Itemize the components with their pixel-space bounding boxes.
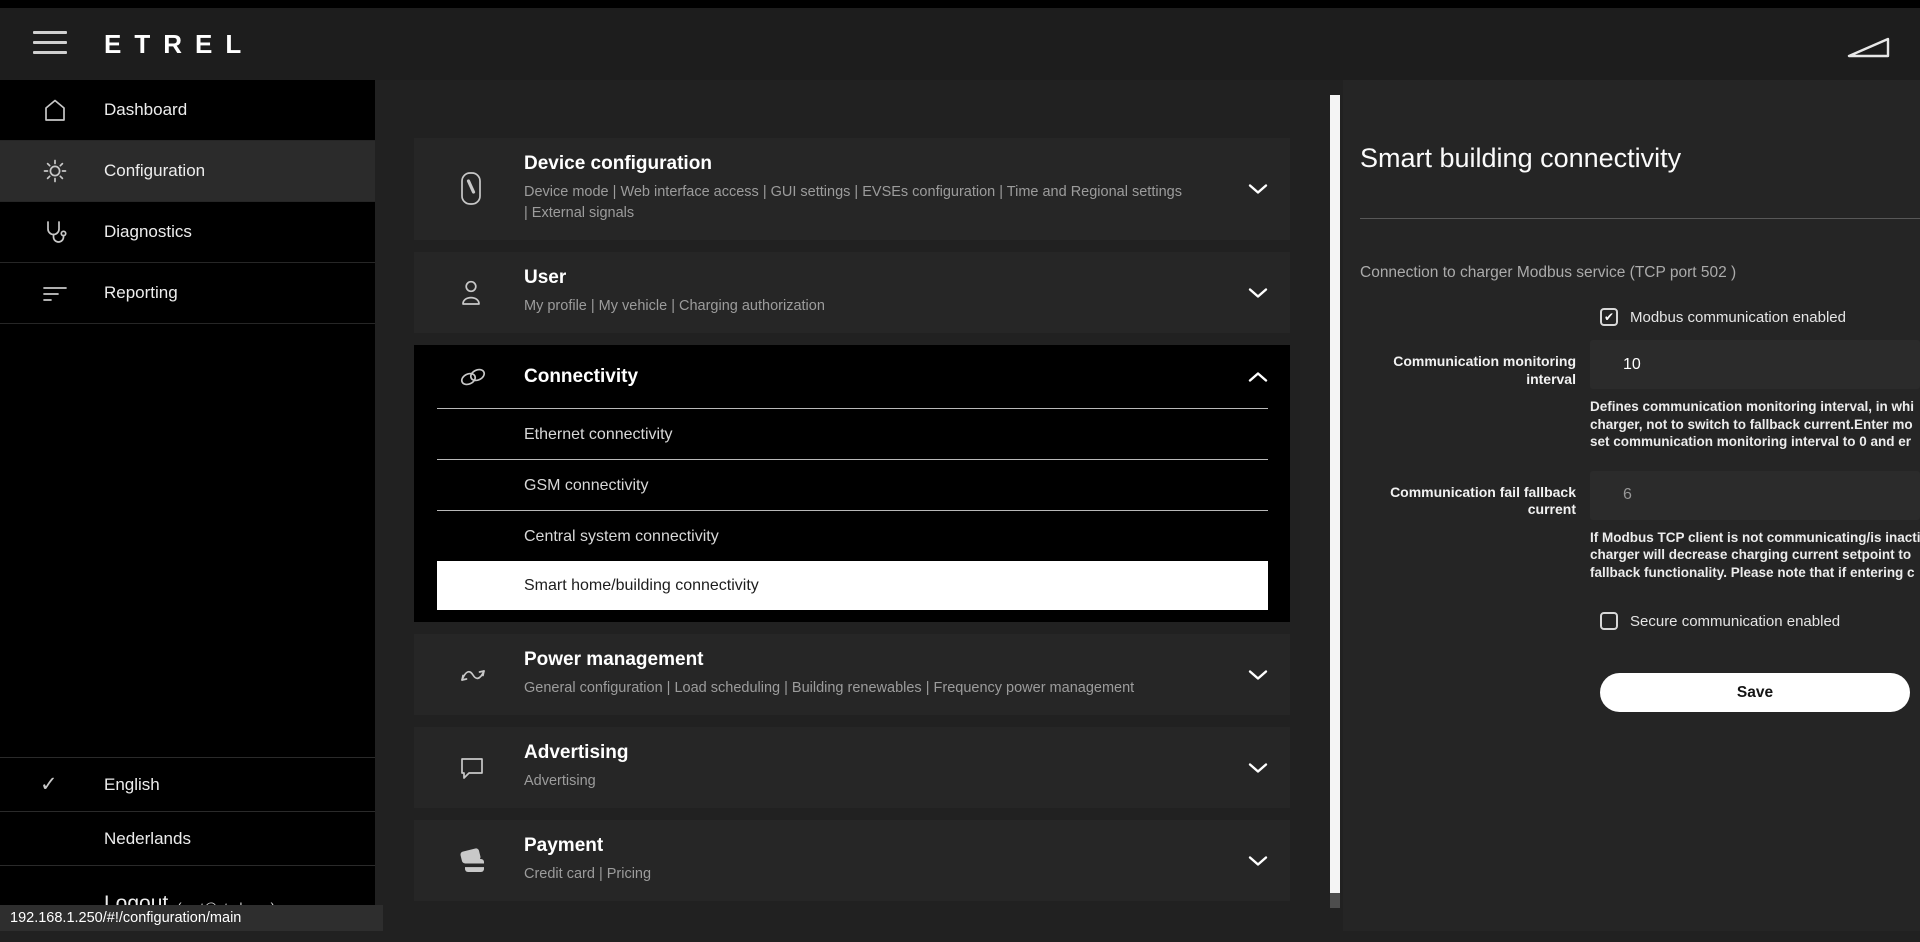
connectivity-item-smart-home-selected[interactable]: Smart home/building connectivity [437, 561, 1268, 610]
secure-communication-checkbox[interactable]: Secure communication enabled [1600, 612, 1920, 630]
language-label: Nederlands [104, 829, 191, 849]
home-icon [40, 96, 70, 124]
sidebar-item-label: Dashboard [104, 100, 187, 120]
connectivity-item-gsm[interactable]: GSM connectivity [437, 459, 1268, 510]
section-subtitle: Device mode | Web interface access | GUI… [524, 182, 1230, 224]
chevron-down-icon[interactable] [1248, 669, 1268, 680]
checkbox-label: Modbus communication enabled [1630, 309, 1846, 326]
panel-title: Smart building connectivity [1360, 143, 1920, 174]
section-title: Device configuration [524, 153, 1230, 175]
credit-cards-icon [458, 846, 488, 876]
sidebar-item-dashboard[interactable]: Dashboard [0, 80, 375, 141]
section-title: User [524, 267, 1230, 289]
field-description: If Modbus TCP client is not communicatin… [1590, 529, 1920, 582]
section-subtitle: Credit card | Pricing [524, 864, 1230, 885]
connectivity-item-central-system[interactable]: Central system connectivity [437, 510, 1268, 561]
sidebar-item-label: Configuration [104, 161, 205, 181]
section-title: Payment [524, 835, 1230, 857]
section-subtitle: General configuration | Load scheduling … [524, 678, 1230, 699]
section-user[interactable]: User My profile | My vehicle | Charging … [414, 252, 1290, 333]
chevron-up-icon[interactable] [1248, 371, 1268, 382]
device-icon [458, 171, 484, 207]
sidebar: Dashboard Configuration Diagnostics Repo… [0, 80, 375, 931]
right-panel-scrollbar[interactable] [1330, 95, 1340, 893]
top-bar: ETREL [0, 8, 1920, 80]
panel-divider [1360, 218, 1920, 219]
save-button[interactable]: Save [1600, 673, 1910, 712]
gear-icon [40, 157, 70, 185]
field-description: Defines communication monitoring interva… [1590, 398, 1920, 451]
language-item-nederlands[interactable]: Nederlands [0, 812, 375, 866]
language-label: English [104, 775, 160, 795]
sidebar-item-configuration[interactable]: Configuration [0, 141, 375, 202]
section-title: Connectivity [524, 366, 638, 388]
etrel-logo: ETREL [104, 8, 254, 80]
status-url-bar: 192.168.1.250/#!/configuration/main [0, 905, 383, 931]
section-title: Advertising [524, 742, 1230, 764]
report-lines-icon [40, 279, 70, 307]
sidebar-item-label: Reporting [104, 283, 178, 303]
modbus-communication-checkbox[interactable]: ✔ Modbus communication enabled [1600, 308, 1920, 326]
section-title: Power management [524, 649, 1230, 671]
sidebar-item-reporting[interactable]: Reporting [0, 263, 375, 324]
field-communication-fail-fallback-current: Communication fail fallback current If M… [1360, 471, 1920, 582]
monitoring-interval-input[interactable] [1590, 340, 1920, 389]
smart-building-connectivity-panel: Smart building connectivity Connection t… [1343, 80, 1920, 931]
panel-subtitle: Connection to charger Modbus service (TC… [1360, 264, 1920, 282]
fallback-current-input[interactable] [1590, 471, 1920, 520]
power-wave-icon [458, 663, 488, 687]
check-icon: ✔ [1604, 310, 1614, 324]
signal-triangle-icon[interactable] [1846, 34, 1892, 60]
chevron-down-icon[interactable] [1248, 184, 1268, 195]
checkbox-checked[interactable]: ✔ [1600, 308, 1618, 326]
chevron-down-icon[interactable] [1248, 855, 1268, 866]
hamburger-menu-icon[interactable] [33, 31, 67, 61]
section-payment[interactable]: Payment Credit card | Pricing [414, 820, 1290, 901]
checkbox-label: Secure communication enabled [1630, 613, 1840, 630]
right-panel-scrollbar-thumb[interactable] [1330, 893, 1340, 908]
sidebar-item-label: Diagnostics [104, 222, 192, 242]
speech-bubble-icon [458, 754, 486, 782]
stethoscope-icon [40, 218, 70, 246]
section-subtitle: Advertising [524, 771, 1230, 792]
chevron-down-icon[interactable] [1248, 287, 1268, 298]
chevron-down-icon[interactable] [1248, 762, 1268, 773]
section-subtitle: My profile | My vehicle | Charging autho… [524, 296, 1230, 317]
configuration-accordion: Device configuration Device mode | Web i… [414, 138, 1290, 913]
user-icon [458, 278, 484, 308]
checkbox-unchecked[interactable] [1600, 612, 1618, 630]
section-connectivity-expanded: Connectivity Ethernet connectivity GSM c… [414, 345, 1290, 622]
connectivity-item-list: Ethernet connectivity GSM connectivity C… [437, 408, 1268, 610]
field-label: Communication monitoring interval [1360, 340, 1576, 451]
section-power-management[interactable]: Power management General configuration |… [414, 634, 1290, 715]
section-advertising[interactable]: Advertising Advertising [414, 727, 1290, 808]
checkmark-icon: ✓ [40, 772, 58, 797]
connectivity-item-ethernet[interactable]: Ethernet connectivity [437, 408, 1268, 459]
section-device-configuration[interactable]: Device configuration Device mode | Web i… [414, 138, 1290, 240]
link-icon [458, 366, 488, 388]
section-connectivity-header[interactable]: Connectivity [414, 345, 1290, 408]
language-item-english[interactable]: ✓ English [0, 758, 375, 812]
field-label: Communication fail fallback current [1360, 471, 1576, 582]
field-communication-monitoring-interval: Communication monitoring interval Define… [1360, 340, 1920, 451]
top-black-strip [0, 0, 1920, 8]
sidebar-item-diagnostics[interactable]: Diagnostics [0, 202, 375, 263]
